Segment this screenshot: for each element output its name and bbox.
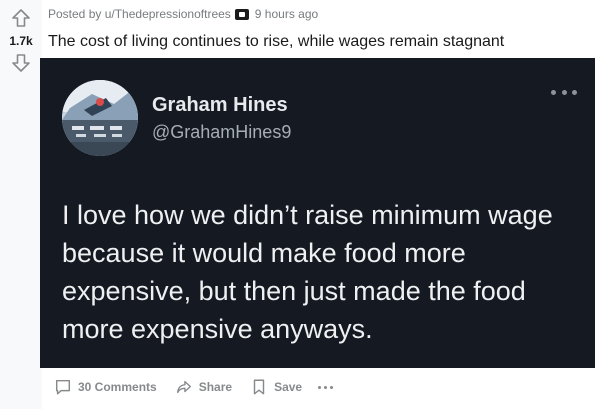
author-link[interactable]: u/Thedepressionoftrees xyxy=(105,7,231,21)
downvote-button[interactable] xyxy=(9,51,33,75)
posted-by-label: Posted by xyxy=(48,7,102,21)
post-image[interactable]: Graham Hines @GrahamHines9 I love how we… xyxy=(40,58,595,368)
share-label: Share xyxy=(198,380,233,394)
post-container: Posted by u/Thedepressionoftrees 9 hours… xyxy=(40,0,600,409)
post-meta: Posted by u/Thedepressionoftrees 9 hours… xyxy=(48,7,318,21)
tweet-author-handle: @GrahamHines9 xyxy=(152,122,292,142)
avatar-image xyxy=(62,80,138,156)
post-time[interactable]: 9 hours ago xyxy=(255,7,318,21)
comments-label: 30 Comments xyxy=(78,380,157,394)
save-label: Save xyxy=(274,380,303,394)
comment-icon xyxy=(55,379,71,395)
more-options-button[interactable] xyxy=(316,382,335,393)
save-button[interactable]: Save xyxy=(246,374,306,400)
bookmark-icon xyxy=(253,379,265,395)
arrow-up-icon xyxy=(12,9,30,27)
tweet-text: I love how we didn’t raise minimum wage … xyxy=(62,200,553,344)
more-icon xyxy=(318,385,322,389)
share-button[interactable]: Share xyxy=(171,374,236,400)
arrow-down-icon xyxy=(12,54,30,72)
comments-button[interactable]: 30 Comments xyxy=(50,374,161,400)
post-actions: 30 Comments Share Save xyxy=(50,374,335,400)
vote-score: 1.7k xyxy=(9,34,33,48)
user-flair-icon xyxy=(234,8,249,20)
vote-column: 1.7k xyxy=(0,0,42,409)
tweet-author-name: Graham Hines xyxy=(152,94,288,116)
avatar xyxy=(62,80,138,156)
share-icon xyxy=(176,380,191,394)
upvote-button[interactable] xyxy=(9,6,33,30)
more-icon xyxy=(551,90,577,98)
post-title[interactable]: The cost of living continues to rise, wh… xyxy=(48,32,504,52)
